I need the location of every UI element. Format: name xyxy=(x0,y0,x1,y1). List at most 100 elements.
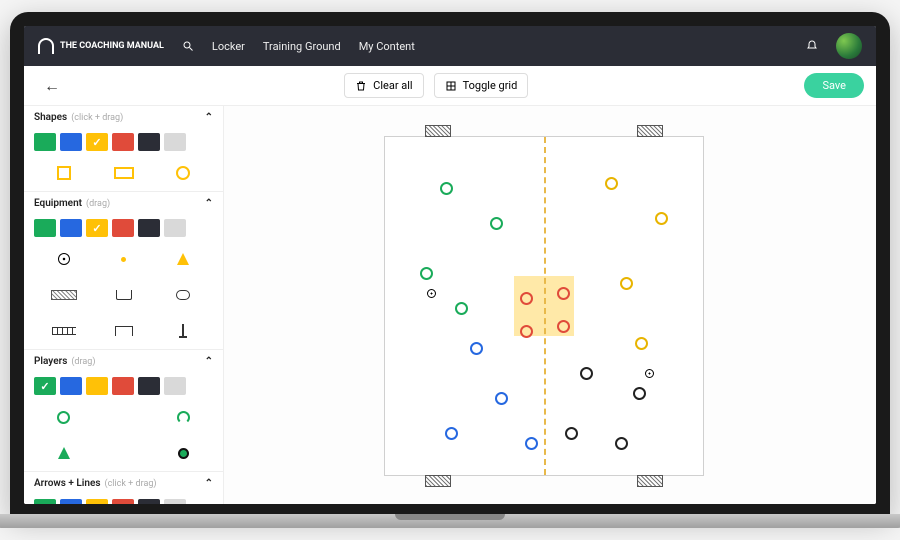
notifications-icon[interactable] xyxy=(806,40,818,52)
player-marker[interactable] xyxy=(580,367,593,380)
color-swatch[interactable] xyxy=(60,133,82,151)
player-marker[interactable] xyxy=(525,437,538,450)
player-marker[interactable] xyxy=(615,437,628,450)
player-marker[interactable] xyxy=(565,427,578,440)
toolbar: ← Clear all Toggle grid Save xyxy=(24,66,876,106)
color-swatch[interactable] xyxy=(86,377,108,395)
color-swatch[interactable] xyxy=(86,219,108,237)
player-marker[interactable] xyxy=(445,427,458,440)
section-arrows-header[interactable]: Arrows + Lines(click + drag)⌃ xyxy=(24,472,223,495)
color-swatch[interactable] xyxy=(112,133,134,151)
color-swatch[interactable] xyxy=(138,219,160,237)
toggle-grid-button[interactable]: Toggle grid xyxy=(434,73,529,98)
brand-text: THE COACHING MANUAL xyxy=(60,42,164,50)
tool-player-ring[interactable] xyxy=(34,403,94,431)
pitch[interactable] xyxy=(384,136,704,476)
player-marker[interactable] xyxy=(490,217,503,230)
color-swatch[interactable] xyxy=(60,219,82,237)
section-players-header[interactable]: Players(drag)⌃ xyxy=(24,350,223,373)
tool-square[interactable] xyxy=(34,159,94,187)
nav-locker[interactable]: Locker xyxy=(212,40,245,53)
arrows-palette xyxy=(24,495,223,504)
player-marker[interactable] xyxy=(470,342,483,355)
section-arrows: Arrows + Lines(click + drag)⌃ xyxy=(24,472,223,504)
color-swatch[interactable] xyxy=(34,219,56,237)
color-swatch[interactable] xyxy=(164,219,186,237)
color-swatch[interactable] xyxy=(138,499,160,504)
tool-rectangle[interactable] xyxy=(94,159,154,187)
player-marker[interactable] xyxy=(455,302,468,315)
player-marker[interactable] xyxy=(655,212,668,225)
laptop-base xyxy=(0,514,900,528)
section-shapes: Shapes(click + drag)⌃ xyxy=(24,106,223,192)
color-swatch[interactable] xyxy=(34,377,56,395)
tool-cone[interactable] xyxy=(153,245,213,273)
tool-player-dot[interactable] xyxy=(153,439,213,467)
ball-marker[interactable] xyxy=(427,289,436,298)
color-swatch[interactable] xyxy=(60,499,82,504)
color-swatch[interactable] xyxy=(138,377,160,395)
tool-goal-large[interactable] xyxy=(34,281,94,309)
topbar: THE COACHING MANUAL Locker Training Grou… xyxy=(24,26,876,66)
color-swatch[interactable] xyxy=(138,133,160,151)
color-swatch[interactable] xyxy=(86,499,108,504)
player-marker[interactable] xyxy=(557,287,570,300)
color-swatch[interactable] xyxy=(112,377,134,395)
section-shapes-header[interactable]: Shapes(click + drag)⌃ xyxy=(24,106,223,129)
shapes-palette xyxy=(24,129,223,155)
brand-logo[interactable]: THE COACHING MANUAL xyxy=(38,38,164,54)
color-swatch[interactable] xyxy=(164,499,186,504)
chevron-up-icon: ⌃ xyxy=(205,112,213,123)
color-swatch[interactable] xyxy=(112,219,134,237)
tool-pole[interactable] xyxy=(153,317,213,345)
player-marker[interactable] xyxy=(420,267,433,280)
color-swatch[interactable] xyxy=(60,377,82,395)
tool-mannequin[interactable] xyxy=(153,281,213,309)
color-swatch[interactable] xyxy=(86,133,108,151)
tool-goal-small[interactable] xyxy=(94,281,154,309)
chevron-up-icon: ⌃ xyxy=(205,198,213,209)
player-marker[interactable] xyxy=(605,177,618,190)
goal-top-left[interactable] xyxy=(425,125,451,137)
section-players: Players(drag)⌃ xyxy=(24,350,223,472)
goal-bottom-right[interactable] xyxy=(637,475,663,487)
nav-training-ground[interactable]: Training Ground xyxy=(263,40,341,53)
clear-all-button[interactable]: Clear all xyxy=(344,73,423,98)
canvas[interactable] xyxy=(224,106,876,504)
section-equipment-header[interactable]: Equipment(drag)⌃ xyxy=(24,192,223,215)
save-button[interactable]: Save xyxy=(804,73,864,98)
player-marker[interactable] xyxy=(635,337,648,350)
tool-player-half[interactable] xyxy=(153,403,213,431)
equipment-palette xyxy=(24,215,223,241)
avatar[interactable] xyxy=(836,33,862,59)
sidebar: Shapes(click + drag)⌃ Equipment(drag)⌃ P… xyxy=(24,106,224,504)
player-marker[interactable] xyxy=(520,292,533,305)
chevron-up-icon: ⌃ xyxy=(205,478,213,489)
tool-player-cone[interactable] xyxy=(34,439,94,467)
tool-ladder[interactable] xyxy=(34,317,94,345)
tool-ball[interactable] xyxy=(34,245,94,273)
color-swatch[interactable] xyxy=(34,133,56,151)
player-marker[interactable] xyxy=(557,320,570,333)
tool-hurdle[interactable] xyxy=(94,317,154,345)
player-marker[interactable] xyxy=(440,182,453,195)
ball-marker[interactable] xyxy=(645,369,654,378)
color-swatch[interactable] xyxy=(164,377,186,395)
grid-icon xyxy=(445,80,457,92)
goal-top-right[interactable] xyxy=(637,125,663,137)
tool-circle[interactable] xyxy=(153,159,213,187)
player-marker[interactable] xyxy=(520,325,533,338)
section-equipment: Equipment(drag)⌃ xyxy=(24,192,223,350)
player-marker[interactable] xyxy=(495,392,508,405)
player-marker[interactable] xyxy=(620,277,633,290)
color-swatch[interactable] xyxy=(112,499,134,504)
back-button[interactable]: ← xyxy=(36,76,68,96)
color-swatch[interactable] xyxy=(164,133,186,151)
color-swatch[interactable] xyxy=(34,499,56,504)
nav-my-content[interactable]: My Content xyxy=(359,40,415,53)
search-icon[interactable] xyxy=(182,40,194,52)
tool-disc[interactable] xyxy=(94,245,154,273)
chevron-up-icon: ⌃ xyxy=(205,356,213,367)
goal-bottom-left[interactable] xyxy=(425,475,451,487)
player-marker[interactable] xyxy=(633,387,646,400)
